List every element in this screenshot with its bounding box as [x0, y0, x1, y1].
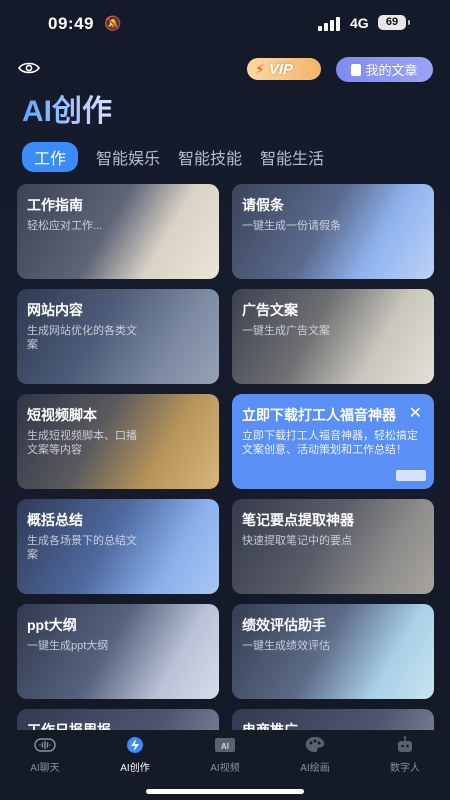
card-ppt-outline[interactable]: ppt大纲 一键生成ppt大纲: [17, 604, 219, 699]
my-articles-button[interactable]: 我的文章: [336, 57, 433, 82]
home-indicator: [146, 789, 304, 794]
card-desc: 快速提取笔记中的要点: [242, 535, 352, 547]
battery-icon: 69: [378, 15, 410, 30]
tool-card-grid: 工作指南 轻松应对工作... 请假条 一键生成一份请假条 网站内容 生成网站优化…: [17, 184, 435, 730]
waveform-icon: [34, 738, 56, 752]
tab-life[interactable]: 智能生活: [260, 141, 324, 173]
eye-icon[interactable]: [18, 61, 40, 75]
nav-label: AI创作: [120, 763, 150, 774]
status-time: 09:49: [48, 14, 94, 33]
nav-label: AI视频: [210, 763, 240, 774]
card-title: 工作日报周报: [27, 722, 111, 730]
lightning-icon: ⚡: [255, 60, 265, 77]
robot-icon: [398, 736, 412, 752]
svg-text:AI: AI: [221, 742, 229, 751]
nav-ai-create[interactable]: AI创作: [95, 736, 175, 776]
nav-ai-video[interactable]: AI AI视频: [185, 736, 265, 776]
card-work-guide[interactable]: 工作指南 轻松应对工作...: [17, 184, 219, 279]
card-desc: 生成各场景下的总结文案: [27, 535, 137, 561]
card-short-video-script[interactable]: 短视频脚本 生成短视频脚本、口播文案等内容: [17, 394, 219, 489]
card-desc: 生成短视频脚本、口播文案等内容: [27, 430, 137, 456]
card-desc: 一键生成ppt大纲: [27, 640, 109, 652]
nav-label: AI绘画: [300, 763, 330, 774]
card-daily-weekly-report[interactable]: 工作日报周报: [17, 709, 219, 730]
ad-desc: 立即下载打工人福音神器，轻松搞定文案创意、活动策划和工作总结！: [242, 430, 418, 456]
nav-label: AI聊天: [30, 763, 60, 774]
nav-ai-paint[interactable]: AI绘画: [275, 736, 355, 776]
card-desc: 轻松应对工作...: [27, 220, 103, 232]
tab-work[interactable]: 工作: [22, 142, 79, 172]
close-icon[interactable]: ✕: [409, 403, 422, 423]
page-title: AI创作: [22, 86, 112, 130]
card-desc: 生成网站优化的各类文案: [27, 325, 137, 351]
card-summary[interactable]: 概括总结 生成各场景下的总结文案: [17, 499, 219, 594]
card-ad-copy[interactable]: 广告文案 一键生成广告文案: [232, 289, 434, 384]
card-note-extractor[interactable]: 笔记要点提取神器 快速提取笔记中的要点: [232, 499, 434, 594]
card-title: 请假条: [242, 197, 284, 213]
card-title: 网站内容: [27, 302, 83, 318]
ad-title: 立即下载打工人福音神器: [242, 407, 396, 423]
signal-icon: [318, 17, 340, 31]
tab-entertainment[interactable]: 智能娱乐: [96, 141, 160, 173]
card-title: 笔记要点提取神器: [242, 512, 354, 528]
card-title: ppt大纲: [27, 617, 77, 633]
category-tabs: 工作 智能娱乐 智能技能 智能生活: [22, 141, 324, 173]
nav-label: 数字人: [390, 763, 420, 774]
card-title: 工作指南: [27, 197, 83, 213]
card-title: 广告文案: [242, 302, 298, 318]
card-title: 绩效评估助手: [242, 617, 326, 633]
card-desc: 一键生成广告文案: [242, 325, 330, 337]
card-desc: 一键生成一份请假条: [242, 220, 341, 232]
vip-badge[interactable]: ⚡ VIP: [247, 58, 321, 80]
mute-bell-icon: 🔕: [104, 15, 122, 31]
card-performance-review[interactable]: 绩效评估助手 一键生成绩效评估: [232, 604, 434, 699]
ad-banner-card[interactable]: 立即下载打工人福音神器 ✕ 立即下载打工人福音神器，轻松搞定文案创意、活动策划和…: [232, 394, 434, 489]
document-icon: [351, 63, 362, 76]
card-website-content[interactable]: 网站内容 生成网站优化的各类文案: [17, 289, 219, 384]
card-title: 短视频脚本: [27, 407, 97, 423]
ad-tag: [396, 470, 426, 481]
card-ecommerce-promotion[interactable]: 电商推广: [232, 709, 434, 730]
my-articles-label: 我的文章: [365, 63, 418, 78]
network-type: 4G: [350, 15, 369, 31]
tab-skills[interactable]: 智能技能: [178, 141, 242, 173]
card-title: 概括总结: [27, 512, 83, 528]
video-ai-icon: AI: [215, 738, 235, 752]
palette-icon: [305, 737, 325, 753]
nav-digital-human[interactable]: 数字人: [365, 736, 445, 776]
vip-label: VIP: [268, 60, 294, 78]
lightning-circle-icon: [127, 737, 143, 753]
card-leave-note[interactable]: 请假条 一键生成一份请假条: [232, 184, 434, 279]
card-desc: 一键生成绩效评估: [242, 640, 330, 652]
card-title: 电商推广: [242, 722, 298, 730]
status-bar: 09:49 🔕 4G 69: [0, 0, 450, 46]
nav-ai-chat[interactable]: AI聊天: [5, 736, 85, 776]
